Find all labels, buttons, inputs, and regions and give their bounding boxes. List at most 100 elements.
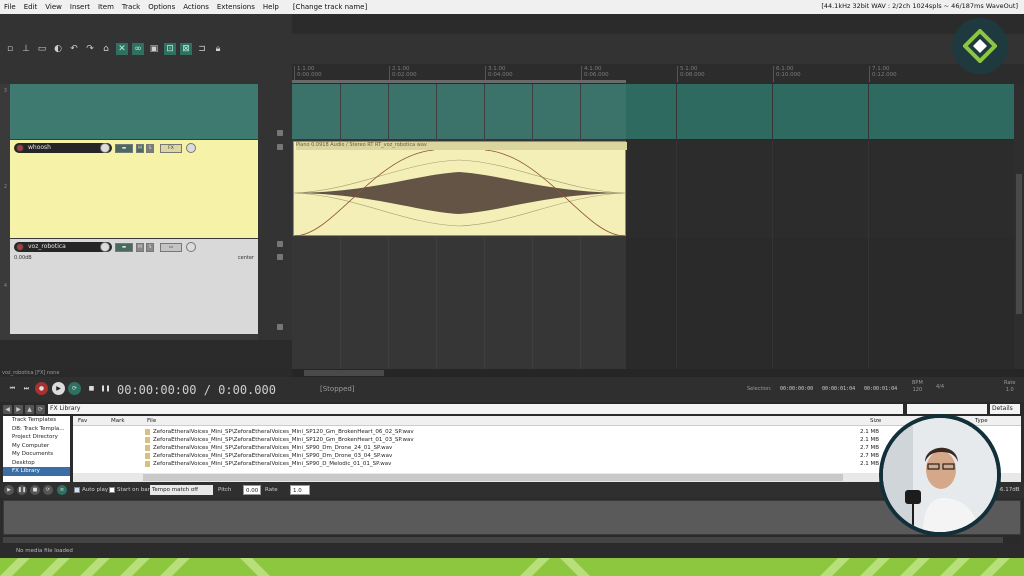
envelope-toggle-icon[interactable] [277,130,283,136]
redo-icon[interactable]: ↷ [84,43,96,55]
selection-end[interactable]: 00:00:01:04 [822,386,855,392]
record-arm-icon[interactable] [16,144,24,152]
track-3-panel[interactable]: 3 [4,84,258,139]
tempo-match-select[interactable]: Tempo match off [150,485,213,495]
playrate-display[interactable]: Rate 1.0 [1004,380,1015,394]
save-project-icon[interactable]: ▭ [36,43,48,55]
track-name-field[interactable]: voz_robotica [14,242,112,252]
track-3-lane[interactable] [292,84,1014,139]
auto-crossfade-icon[interactable]: ⊠ [180,43,192,55]
ripple-edit-icon[interactable]: ∞ [132,43,144,55]
pitch-input[interactable]: 0.00 [243,485,261,495]
route-button[interactable]: ▬ [115,243,133,252]
search-input[interactable] [907,404,987,414]
solo-button[interactable]: S [146,243,154,252]
pause-button[interactable]: ❚❚ [99,382,112,395]
col-mark[interactable]: Mark [111,418,125,424]
path-field[interactable]: FX Library [48,404,903,414]
col-file[interactable]: File [147,418,156,424]
file-row[interactable]: ZeforaEtheralVoices_Mini_SP\ZeforaEthera… [73,452,1021,460]
menu-actions[interactable]: Actions [183,3,209,11]
mute-button[interactable]: M [136,144,144,153]
tree-item[interactable]: Track Templates [3,416,70,425]
new-project-icon[interactable]: ▫ [4,43,16,55]
refresh-icon[interactable]: ⟳ [36,405,45,414]
route-button[interactable]: ▬ [115,144,133,153]
preview-scrollbar[interactable] [3,536,1021,544]
time-selection-bar[interactable] [292,80,626,83]
go-to-end-icon[interactable]: ⏭ [20,382,33,395]
lock-icon[interactable]: 🔒︎ [212,43,224,55]
selection-start[interactable]: 00:00:00:00 [780,386,813,392]
play-button[interactable]: ▶ [52,382,65,395]
fx-button[interactable]: ▭ [160,243,182,252]
preview-stop-icon[interactable]: ■ [30,485,40,495]
forward-icon[interactable]: ▶ [14,405,23,414]
repeat-button[interactable]: ⟳ [68,382,81,395]
envelope-toggle-icon[interactable] [277,241,283,247]
track-voz-robotica-panel[interactable]: 4 voz_robotica ▬ M S ▭ 0.00dB center [4,239,258,334]
go-to-start-icon[interactable]: ⏮ [6,382,19,395]
menu-item[interactable]: Item [98,3,114,11]
menu-view[interactable]: View [45,3,62,11]
preview-volume-readout[interactable]: -6.17dB [998,485,1020,495]
solo-button[interactable]: S [146,144,154,153]
up-folder-icon[interactable]: ▲ [25,405,34,414]
timeline-ruler[interactable]: 1.1.00 0:00.000 2.1.00 0:02.000 3.1.00 0:04… [292,34,1024,84]
stop-button[interactable]: ■ [85,382,98,395]
fx-bypass-icon[interactable] [186,143,196,153]
item-grouping-icon[interactable]: ⊡ [164,43,176,55]
audio-device-status[interactable]: [44.1kHz 32bit WAV : 2/2ch 1024spls ~ 46… [821,2,1018,10]
arrange-view[interactable]: Piano 0.0918 Audio / Stereo RT RT_voz_ro… [292,84,1014,369]
fx-bypass-icon[interactable] [186,242,196,252]
transport-time-display[interactable]: 00:00:00:00 / 0:00.000 [117,383,276,397]
envelope-toggle-icon[interactable] [277,144,283,150]
track-voz-robotica-lane[interactable] [292,239,1014,334]
autoplay-checkbox[interactable] [74,487,80,493]
tree-item-selected[interactable]: FX Library [3,467,70,476]
time-signature[interactable]: 4/4 [936,384,944,391]
grid-snap-icon[interactable]: ✕ [116,43,128,55]
undo-icon[interactable]: ↶ [68,43,80,55]
preview-repeat-icon[interactable]: ⟳ [43,485,53,495]
menu-options[interactable]: Options [148,3,175,11]
record-button[interactable]: ● [35,382,48,395]
media-item[interactable]: Piano 0.0918 Audio / Stereo RT RT_voz_ro… [293,141,627,236]
envelope-toggle-icon[interactable] [277,254,283,260]
record-arm-icon[interactable] [16,243,24,251]
col-size[interactable]: Size [870,418,881,424]
tree-item[interactable]: DB: Track Templa... [3,425,70,434]
back-icon[interactable]: ◀ [3,405,12,414]
bpm-display[interactable]: BPM 120 [912,380,923,394]
volume-knob[interactable] [100,242,110,252]
arrange-vertical-scrollbar[interactable] [1014,84,1024,369]
tree-item[interactable]: My Documents [3,450,70,459]
project-settings-icon[interactable]: ◐ [52,43,64,55]
track-whoosh-panel[interactable]: 2 whoosh ▬ M S FX [4,140,258,238]
menu-edit[interactable]: Edit [24,3,38,11]
menu-file[interactable]: File [4,3,16,11]
arrange-horizontal-scrollbar[interactable] [292,369,1024,377]
rate-input[interactable]: 1.0 [290,485,310,495]
preview-play-icon[interactable]: ▶ [4,485,14,495]
grid-lines-icon[interactable]: ▣ [148,43,160,55]
menu-track[interactable]: Track [122,3,140,11]
volume-knob[interactable] [100,143,110,153]
col-type[interactable]: Type [975,418,988,424]
envelope-lock-icon[interactable]: ⊐ [196,43,208,55]
tree-item[interactable]: My Computer [3,442,70,451]
preview-volume-icon[interactable]: ≡ [57,485,67,495]
metronome-icon[interactable]: ⌂ [100,43,112,55]
selection-length[interactable]: 00:00:01:04 [864,386,897,392]
file-row[interactable]: ZeforaEtheralVoices_Mini_SP\ZeforaEthera… [73,428,1021,436]
mute-button[interactable]: M [136,243,144,252]
col-fav[interactable]: Fav [78,418,87,424]
track-name-field[interactable]: whoosh [14,143,112,153]
tree-item[interactable]: Desktop [3,459,70,468]
folder-tree[interactable]: Track Templates DB: Track Templa... Proj… [3,416,70,482]
preview-waveform-area[interactable] [3,500,1021,535]
file-row[interactable]: ZeforaEtheralVoices_Mini_SP\ZeforaEthera… [73,436,1021,444]
view-mode-select[interactable]: Details [990,404,1020,414]
file-row[interactable]: ZeforaEtheralVoices_Mini_SP\ZeforaEthera… [73,444,1021,452]
envelope-toggle-icon[interactable] [277,324,283,330]
